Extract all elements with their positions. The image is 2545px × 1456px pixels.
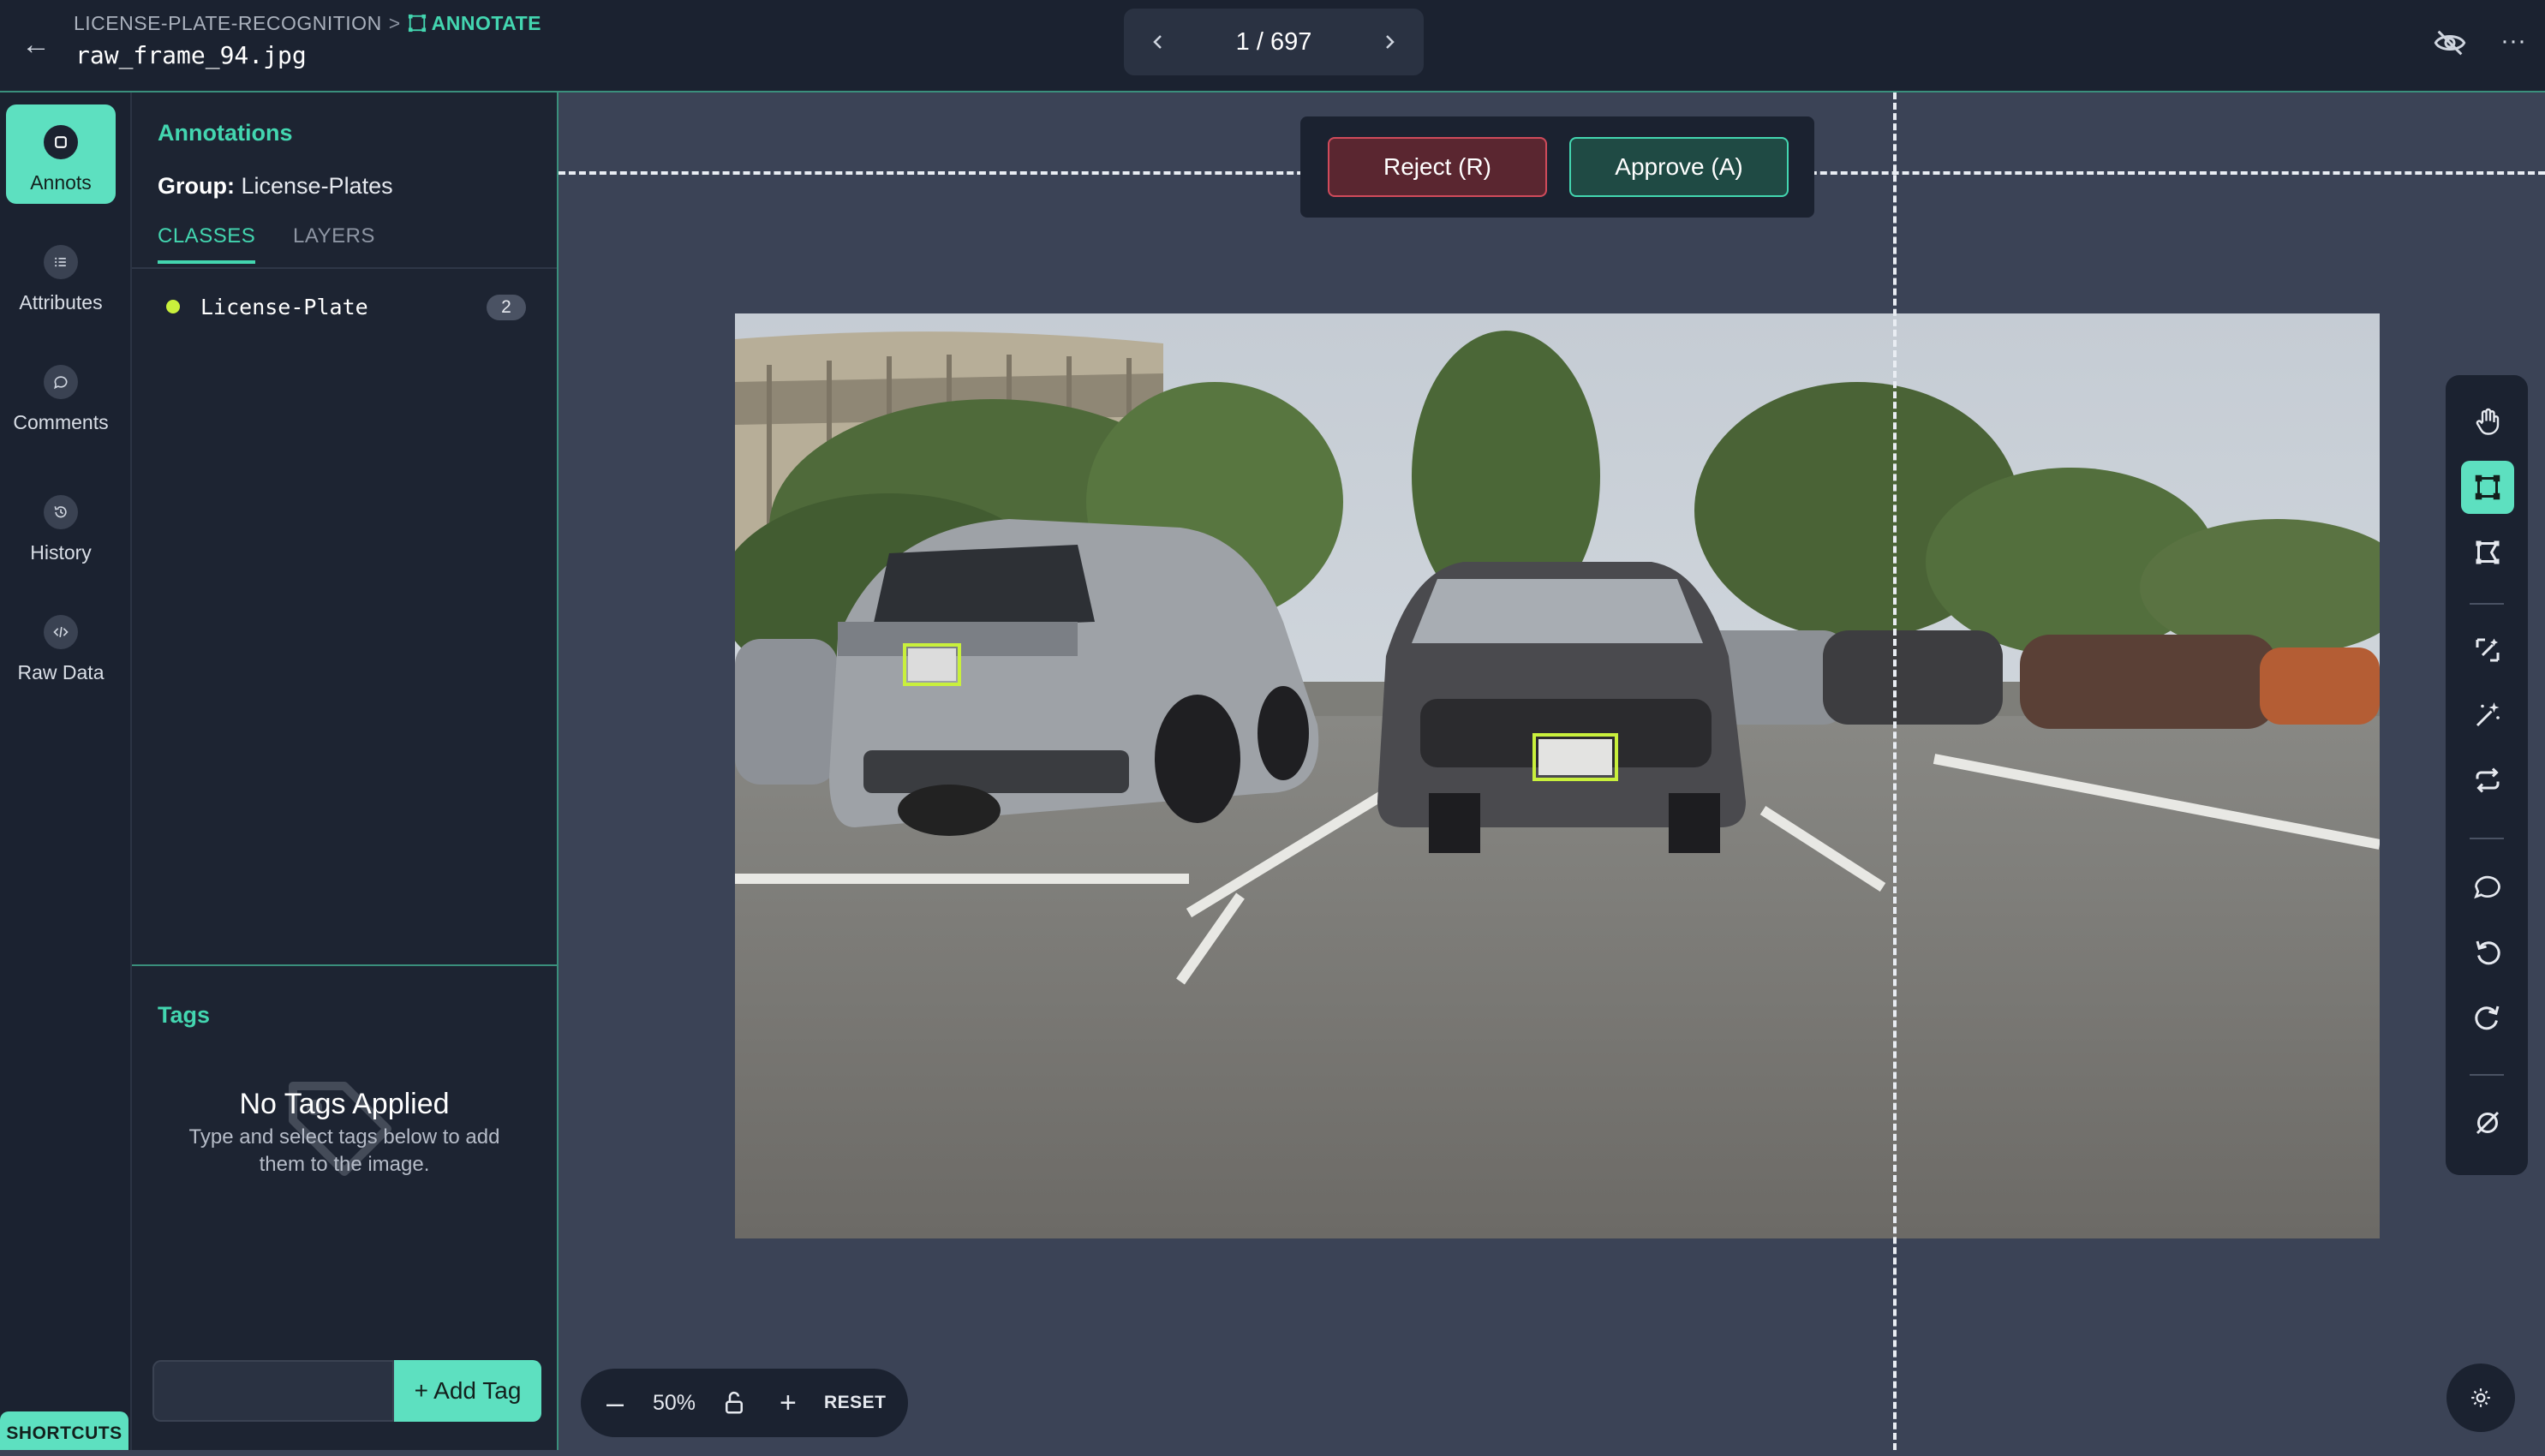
shortcuts-button[interactable]: SHORTCUTS [0,1411,128,1450]
rail-item-raw-data[interactable]: Raw Data [6,594,116,694]
repeat-tool-button[interactable] [2461,754,2514,807]
zoom-controls: – 50% + RESET [581,1369,908,1437]
rail-item-annots[interactable]: Annots [6,104,116,204]
arrow-left-icon: ← [21,28,51,61]
breadcrumb-current-label: ANNOTATE [431,12,541,34]
rail-item-label: History [30,541,92,564]
zoom-out-button[interactable]: – [606,1369,624,1437]
tab-layers[interactable]: LAYERS [293,224,375,260]
magic-wand-tool-button[interactable] [2461,624,2514,677]
file-name: raw_frame_94.jpg [75,41,307,69]
top-bar: ← LICENSE-PLATE-RECOGNITION > ANNOTATE raw… [0,0,2545,92]
rail-item-label: Annots [30,171,92,194]
chevron-right-icon [1386,35,1395,49]
breadcrumb-separator: > [388,12,401,34]
group-label: Group: [158,173,235,199]
bounding-box-icon [2475,474,2500,500]
history-icon [44,495,78,529]
annotation-canvas[interactable]: Reject (R) Approve (A) – 50% + RESET [559,92,2545,1450]
smart-wand-icon [2476,702,2500,727]
comment-icon [44,365,78,399]
hide-annotations-icon [2476,1111,2500,1135]
annotation-icon [44,125,78,159]
smart-wand-tool-button[interactable] [2461,689,2514,742]
review-panel: Reject (R) Approve (A) [1300,116,1814,218]
class-color-dot [166,300,180,313]
image-pager: 1 / 697 [1124,9,1424,75]
unlock-icon [726,1391,743,1414]
comment-icon [2474,875,2500,899]
toolbar-divider [2470,603,2504,605]
rail-item-history[interactable]: History [6,474,116,574]
list-icon [44,245,78,279]
toggle-visibility-button[interactable] [2433,26,2470,63]
approve-button[interactable]: Approve (A) [1569,137,1789,197]
canvas-settings-button[interactable] [2446,1364,2515,1432]
crosshair-vertical [1893,92,1897,1450]
panel-title: Annotations [158,120,293,146]
sun-icon [2471,1388,2490,1407]
reject-button[interactable]: Reject (R) [1328,137,1547,197]
image-counter: 1 / 697 [1235,28,1312,56]
zoom-lock-button[interactable] [721,1369,747,1437]
class-name: License-Plate [200,295,368,319]
breadcrumb: LICENSE-PLATE-RECOGNITION > ANNOTATE [74,12,541,35]
bounding-box-tool-button[interactable] [2461,461,2514,514]
toolbar-divider [2470,838,2504,839]
tabs-divider [132,267,557,269]
annotations-panel: Annotations Group: License-Plates CLASSE… [132,92,559,1450]
back-button[interactable]: ← [19,27,53,62]
zoom-in-button[interactable]: + [780,1369,797,1437]
tab-classes[interactable]: CLASSES [158,224,256,264]
more-options-button[interactable]: ··· [2494,24,2532,62]
zoom-level: 50% [653,1391,696,1415]
undo-icon [2476,940,2500,965]
redo-icon [2475,1005,2500,1030]
undo-button[interactable] [2461,925,2514,978]
rail-item-label: Comments [13,411,109,433]
chevron-left-icon [1153,35,1162,49]
repeat-icon [2476,767,2500,793]
toolbar-divider [2470,1074,2504,1076]
tool-palette [2446,375,2528,1175]
class-count-badge: 2 [487,295,526,320]
group-value[interactable]: License-Plates [242,173,393,199]
add-tag-button[interactable]: + Add Tag [394,1360,541,1422]
rail-item-label: Raw Data [17,661,105,683]
tag-input[interactable] [152,1360,394,1422]
left-rail: Annots Attributes Comments History Raw D… [0,92,132,1450]
comment-tool-button[interactable] [2461,860,2514,913]
redo-button[interactable] [2461,990,2514,1043]
pan-tool-button[interactable] [2461,396,2514,449]
pan-hand-icon [2476,408,2500,435]
rail-item-label: Attributes [19,291,103,313]
panel-divider [132,964,557,966]
rail-item-comments[interactable]: Comments [6,344,116,444]
eye-off-icon [2434,30,2466,56]
tags-empty-title: No Tags Applied [239,1088,450,1120]
polygon-tool-button[interactable] [2461,526,2514,579]
tags-empty-description: Type and select tags below to add them t… [188,1125,500,1176]
group-line: Group: License-Plates [158,173,393,200]
more-icon: ··· [2500,27,2526,55]
breadcrumb-current: ANNOTATE [408,12,541,34]
code-icon [44,615,78,649]
magic-wand-icon [2476,638,2500,662]
zoom-reset-button[interactable]: RESET [824,1369,887,1437]
annotate-icon [408,14,426,33]
next-image-button[interactable] [1364,9,1415,75]
rail-item-attributes[interactable]: Attributes [6,224,116,324]
image-canvas[interactable] [735,313,2380,1238]
class-item-license-plate[interactable]: License-Plate 2 [166,288,526,325]
breadcrumb-project[interactable]: LICENSE-PLATE-RECOGNITION [74,12,382,34]
hide-annotations-button[interactable] [2461,1096,2514,1149]
tags-title: Tags [158,1002,211,1028]
polygon-icon [2476,540,2500,564]
